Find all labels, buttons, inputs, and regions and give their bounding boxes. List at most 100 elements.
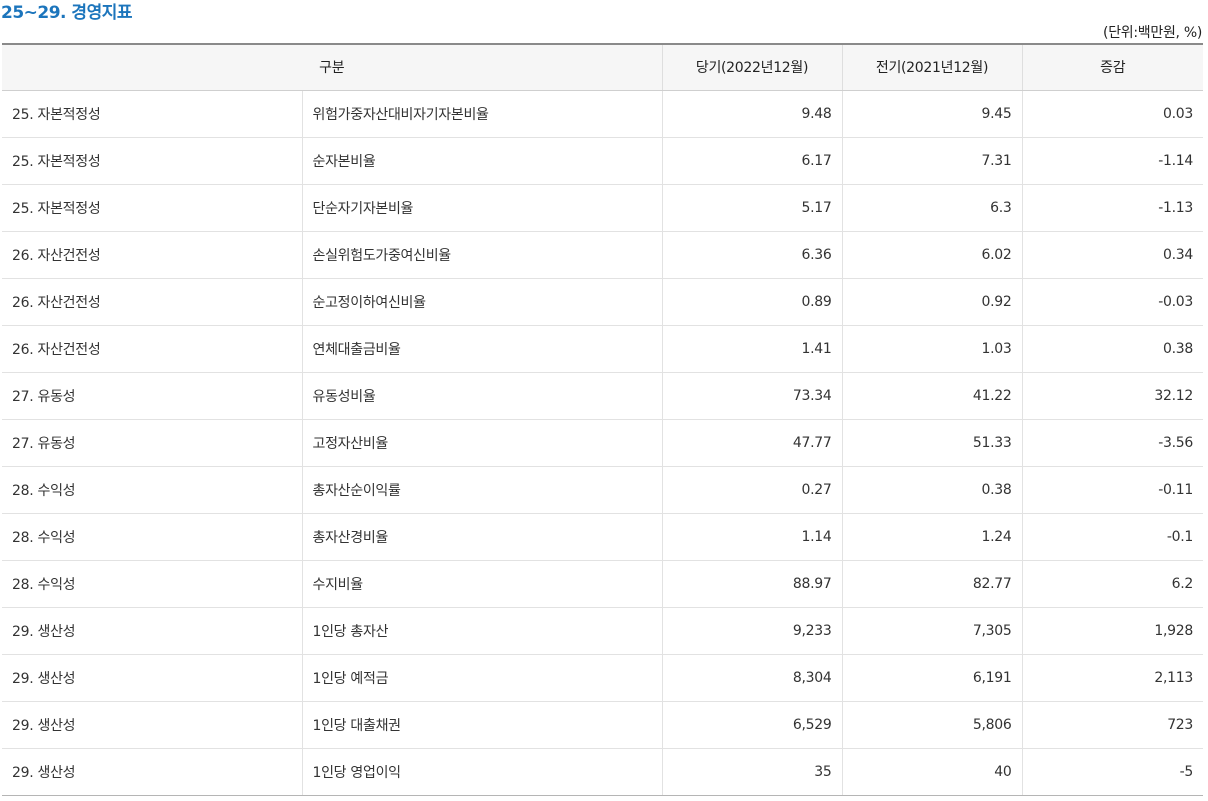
header-row: 구분 당기(2022년12월) 전기(2021년12월) 증감: [2, 43, 1204, 91]
cell-current: 8,304: [661, 654, 843, 702]
cell-category: 29. 생산성: [2, 748, 302, 796]
cell-change: 32.12: [1021, 372, 1204, 420]
cell-item: 손실위험도가중여신비율: [301, 231, 663, 279]
table-row: 25. 자본적정성 위험가중자산대비자기자본비율 9.48 9.45 0.03: [2, 90, 1204, 138]
cell-change: -0.11: [1021, 466, 1204, 514]
cell-current: 0.27: [661, 466, 843, 514]
cell-item: 위험가중자산대비자기자본비율: [301, 90, 663, 138]
cell-previous: 5,806: [841, 701, 1023, 749]
table-row: 29. 생산성 1인당 총자산 9,233 7,305 1,928: [2, 607, 1204, 655]
cell-category: 26. 자산건전성: [2, 325, 302, 373]
cell-item: 1인당 영업이익: [301, 748, 663, 796]
cell-category: 26. 자산건전성: [2, 278, 302, 326]
cell-category: 25. 자본적정성: [2, 90, 302, 138]
cell-change: 0.34: [1021, 231, 1204, 279]
unit-note: (단위:백만원, %): [1103, 25, 1202, 41]
table-body: 25. 자본적정성 위험가중자산대비자기자본비율 9.48 9.45 0.03 25. 자…: [2, 90, 1204, 796]
table-row: 27. 유동성 유동성비율 73.34 41.22 32.12: [2, 372, 1204, 420]
cell-change: 723: [1021, 701, 1204, 749]
table-row: 26. 자산건전성 순고정이하여신비율 0.89 0.92 -0.03: [2, 278, 1204, 326]
cell-category: 27. 유동성: [2, 372, 302, 420]
table-header: 구분 당기(2022년12월) 전기(2021년12월) 증감: [2, 43, 1204, 91]
cell-current: 1.41: [661, 325, 843, 373]
table-row: 25. 자본적정성 단순자기자본비율 5.17 6.3 -1.13: [2, 184, 1204, 232]
cell-previous: 1.03: [841, 325, 1023, 373]
header-change: 증감: [1021, 43, 1204, 91]
cell-item: 총자산경비율: [301, 513, 663, 561]
cell-previous: 0.38: [841, 466, 1023, 514]
cell-change: -0.03: [1021, 278, 1204, 326]
cell-current: 9,233: [661, 607, 843, 655]
cell-change: 2,113: [1021, 654, 1204, 702]
cell-current: 35: [661, 748, 843, 796]
table-row: 29. 생산성 1인당 영업이익 35 40 -5: [2, 748, 1204, 796]
cell-change: -1.13: [1021, 184, 1204, 232]
cell-previous: 0.92: [841, 278, 1023, 326]
cell-previous: 40: [841, 748, 1023, 796]
table-row: 25. 자본적정성 순자본비율 6.17 7.31 -1.14: [2, 137, 1204, 185]
cell-current: 6.36: [661, 231, 843, 279]
page-title: 25~29. 경영지표: [1, 3, 133, 23]
cell-item: 유동성비율: [301, 372, 663, 420]
cell-previous: 41.22: [841, 372, 1023, 420]
table-row: 29. 생산성 1인당 대출채권 6,529 5,806 723: [2, 701, 1204, 749]
cell-item: 수지비율: [301, 560, 663, 608]
cell-change: 0.38: [1021, 325, 1204, 373]
cell-item: 단순자기자본비율: [301, 184, 663, 232]
cell-item: 1인당 예적금: [301, 654, 663, 702]
cell-category: 25. 자본적정성: [2, 137, 302, 185]
table-row: 28. 수익성 수지비율 88.97 82.77 6.2: [2, 560, 1204, 608]
cell-item: 1인당 대출채권: [301, 701, 663, 749]
cell-item: 순고정이하여신비율: [301, 278, 663, 326]
cell-category: 29. 생산성: [2, 701, 302, 749]
cell-current: 88.97: [661, 560, 843, 608]
cell-change: -5: [1021, 748, 1204, 796]
cell-current: 1.14: [661, 513, 843, 561]
cell-item: 순자본비율: [301, 137, 663, 185]
cell-current: 6,529: [661, 701, 843, 749]
table-row: 27. 유동성 고정자산비율 47.77 51.33 -3.56: [2, 419, 1204, 467]
cell-previous: 6,191: [841, 654, 1023, 702]
table-row: 29. 생산성 1인당 예적금 8,304 6,191 2,113: [2, 654, 1204, 702]
table-row: 26. 자산건전성 손실위험도가중여신비율 6.36 6.02 0.34: [2, 231, 1204, 279]
cell-previous: 6.02: [841, 231, 1023, 279]
cell-current: 5.17: [661, 184, 843, 232]
cell-change: 1,928: [1021, 607, 1204, 655]
cell-category: 29. 생산성: [2, 654, 302, 702]
cell-item: 고정자산비율: [301, 419, 663, 467]
cell-previous: 6.3: [841, 184, 1023, 232]
cell-item: 총자산순이익률: [301, 466, 663, 514]
cell-change: 0.03: [1021, 90, 1204, 138]
cell-previous: 7,305: [841, 607, 1023, 655]
cell-current: 6.17: [661, 137, 843, 185]
header-current: 당기(2022년12월): [661, 43, 843, 91]
cell-change: -1.14: [1021, 137, 1204, 185]
header-division: 구분: [2, 43, 663, 91]
cell-change: -3.56: [1021, 419, 1204, 467]
cell-current: 9.48: [661, 90, 843, 138]
cell-item: 연체대출금비율: [301, 325, 663, 373]
cell-current: 47.77: [661, 419, 843, 467]
cell-previous: 9.45: [841, 90, 1023, 138]
cell-previous: 51.33: [841, 419, 1023, 467]
cell-category: 28. 수익성: [2, 466, 302, 514]
cell-current: 0.89: [661, 278, 843, 326]
cell-change: -0.1: [1021, 513, 1204, 561]
cell-current: 73.34: [661, 372, 843, 420]
table-row: 28. 수익성 총자산경비율 1.14 1.24 -0.1: [2, 513, 1204, 561]
cell-category: 26. 자산건전성: [2, 231, 302, 279]
cell-previous: 1.24: [841, 513, 1023, 561]
cell-category: 25. 자본적정성: [2, 184, 302, 232]
cell-previous: 7.31: [841, 137, 1023, 185]
indicator-table: 구분 당기(2022년12월) 전기(2021년12월) 증감 25. 자본적정…: [2, 43, 1204, 796]
cell-category: 28. 수익성: [2, 513, 302, 561]
table-row: 26. 자산건전성 연체대출금비율 1.41 1.03 0.38: [2, 325, 1204, 373]
cell-category: 28. 수익성: [2, 560, 302, 608]
cell-change: 6.2: [1021, 560, 1204, 608]
cell-category: 27. 유동성: [2, 419, 302, 467]
header-previous: 전기(2021년12월): [841, 43, 1023, 91]
cell-item: 1인당 총자산: [301, 607, 663, 655]
cell-previous: 82.77: [841, 560, 1023, 608]
cell-category: 29. 생산성: [2, 607, 302, 655]
table-row: 28. 수익성 총자산순이익률 0.27 0.38 -0.11: [2, 466, 1204, 514]
